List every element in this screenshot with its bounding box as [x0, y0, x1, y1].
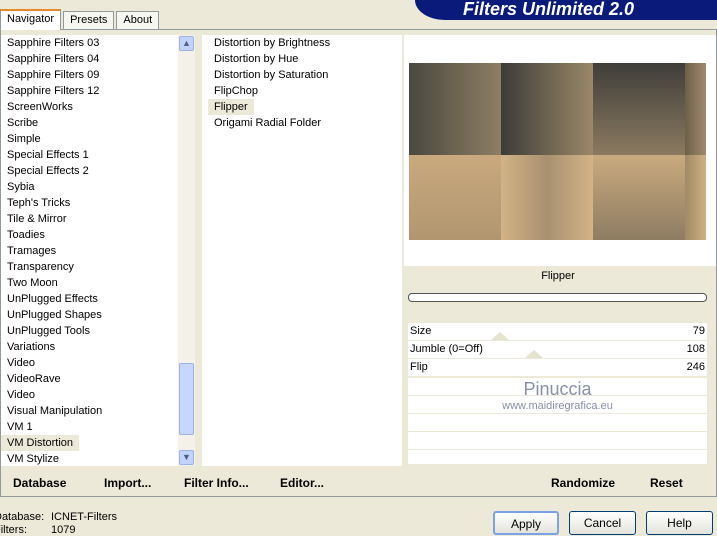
database-value: ICNET-Filters [51, 511, 117, 523]
list-item[interactable]: VM Stylize [1, 451, 59, 466]
list-item[interactable]: VideoRave [1, 371, 61, 387]
filter-name-label: Flipper [541, 270, 575, 282]
slider-thumb[interactable] [525, 350, 543, 358]
list-item[interactable]: Video [1, 387, 35, 403]
list-item[interactable]: UnPlugged Shapes [1, 307, 102, 323]
database-label: Database: [0, 511, 45, 523]
list-item[interactable]: Scribe [1, 115, 38, 131]
list-item[interactable]: Toadies [1, 227, 45, 243]
param-value: 79 [692, 325, 705, 337]
category-scrollbar[interactable]: ▲ ▼ [178, 35, 195, 466]
editor-button[interactable]: Editor... [280, 476, 324, 490]
list-item[interactable]: Flipper [208, 99, 254, 115]
list-item[interactable]: Variations [1, 339, 55, 355]
category-list[interactable]: Sapphire Filters 03 Sapphire Filters 04 Sa… [1, 35, 178, 466]
filters-value: 1079 [51, 524, 76, 536]
list-item[interactable]: UnPlugged Effects [1, 291, 98, 307]
param-jumble[interactable]: Jumble (0=Off) 108 [408, 341, 707, 358]
list-item[interactable]: Video [1, 355, 35, 371]
list-item[interactable]: FlipChop [208, 83, 258, 99]
app-title-banner: Filters Unlimited 2.0 [415, 0, 717, 20]
scroll-down-icon[interactable]: ▼ [179, 450, 194, 465]
database-button[interactable]: Database [13, 476, 66, 490]
list-item[interactable]: Visual Manipulation [1, 403, 102, 419]
list-item[interactable]: Sapphire Filters 04 [1, 51, 99, 67]
list-item[interactable]: Sapphire Filters 12 [1, 83, 99, 99]
param-value: 246 [686, 361, 705, 373]
reset-button[interactable]: Reset [650, 476, 683, 490]
watermark-url: www.maidiregrafica.eu [502, 400, 613, 412]
param-size[interactable]: Size 79 [408, 323, 707, 340]
list-item[interactable]: Distortion by Hue [208, 51, 298, 67]
param-label: Size [410, 325, 432, 337]
list-item[interactable]: Transparency [1, 259, 74, 275]
list-item[interactable]: VM 1 [1, 419, 33, 435]
list-item[interactable]: Sapphire Filters 09 [1, 67, 99, 83]
param-flip[interactable]: Flip 246 [408, 359, 707, 376]
cancel-button[interactable]: Cancel [569, 511, 636, 535]
list-item[interactable]: Distortion by Brightness [208, 35, 330, 51]
list-item[interactable]: Two Moon [1, 275, 58, 291]
list-item[interactable]: Sybia [1, 179, 35, 195]
param-label: Flip [410, 361, 428, 373]
list-item[interactable]: Special Effects 2 [1, 163, 89, 179]
tab-navigator[interactable]: Navigator [0, 9, 62, 30]
list-item[interactable]: Sapphire Filters 03 [1, 35, 99, 51]
list-item[interactable]: Simple [1, 131, 41, 147]
tab-bar: Navigator Presets About [0, 9, 161, 30]
filter-info-button[interactable]: Filter Info... [184, 476, 249, 490]
help-button[interactable]: Help [646, 511, 713, 535]
tab-about[interactable]: About [116, 11, 160, 30]
param-label: Jumble (0=Off) [410, 343, 483, 355]
scroll-thumb[interactable] [179, 363, 194, 435]
progress-bar [408, 293, 707, 302]
tab-presets[interactable]: Presets [63, 11, 115, 30]
scroll-up-icon[interactable]: ▲ [179, 36, 194, 51]
list-item[interactable]: Tramages [1, 243, 56, 259]
list-item[interactable]: Teph's Tricks [1, 195, 70, 211]
slider-thumb[interactable] [491, 332, 509, 340]
list-item[interactable]: Tile & Mirror [1, 211, 66, 227]
watermark-name: Pinuccia [523, 379, 592, 399]
list-item[interactable]: Origami Radial Folder [208, 115, 321, 131]
import-button[interactable]: Import... [104, 476, 151, 490]
filter-list[interactable]: Distortion by Brightness Distortion by Hu… [202, 35, 402, 466]
apply-button[interactable]: Apply [493, 511, 559, 535]
filters-label: Filters: [0, 524, 27, 536]
list-item[interactable]: UnPlugged Tools [1, 323, 90, 339]
list-item[interactable]: Special Effects 1 [1, 147, 89, 163]
randomize-button[interactable]: Randomize [551, 476, 615, 490]
preview-image [409, 63, 706, 240]
list-item[interactable]: Distortion by Saturation [208, 67, 328, 83]
param-value: 108 [686, 343, 705, 355]
list-item[interactable]: VM Distortion [1, 435, 80, 451]
list-item[interactable]: ScreenWorks [1, 99, 73, 115]
